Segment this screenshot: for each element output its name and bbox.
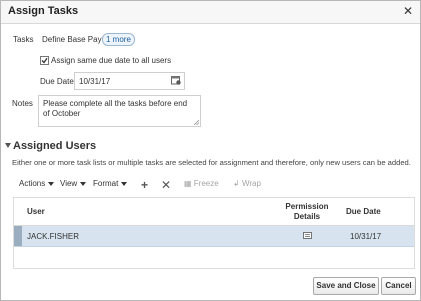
close-icon[interactable]: ✕: [403, 4, 413, 18]
chevron-down-icon: [80, 181, 87, 186]
notes-value: Please complete all the tasks before end…: [43, 99, 188, 118]
freeze-button[interactable]: ▦ Freeze: [184, 179, 219, 188]
dialog-title: Assign Tasks: [8, 5, 79, 17]
resize-handle-icon[interactable]: [194, 120, 199, 125]
assign-same-due-date-label: Assign same due date to all users: [51, 56, 172, 65]
add-icon[interactable]: +: [141, 178, 148, 192]
row-selection-indicator: [14, 226, 22, 246]
notes-textarea[interactable]: Please complete all the tasks before end…: [38, 95, 201, 127]
chevron-down-icon: [48, 181, 55, 186]
due-date-label: Due Date: [40, 77, 74, 86]
calendar-icon[interactable]: [171, 75, 181, 85]
wrap-button[interactable]: ↲ Wrap: [233, 179, 261, 188]
permission-details-icon[interactable]: [303, 232, 312, 239]
dialog-titlebar: Assign Tasks ✕: [1, 1, 420, 24]
due-date-value: 10/31/17: [79, 77, 111, 86]
view-menu[interactable]: View: [60, 179, 87, 188]
wrap-label: Wrap: [241, 179, 261, 188]
checkmark-icon: [41, 57, 48, 64]
view-label: View: [60, 179, 78, 188]
assigned-users-table: User Permission Details Due Date JACK.FI…: [13, 197, 415, 269]
actions-menu[interactable]: Actions: [19, 179, 55, 188]
freeze-label: Freeze: [193, 179, 219, 188]
assigned-users-info: Either one or more task lists or multipl…: [12, 158, 411, 167]
due-date-input[interactable]: 10/31/17: [74, 72, 185, 90]
format-menu[interactable]: Format: [93, 179, 128, 188]
tasks-label: Tasks: [13, 35, 34, 44]
wrap-icon: ↲: [233, 179, 240, 188]
freeze-icon: ▦: [184, 179, 192, 188]
more-tasks-link[interactable]: 1 more: [102, 33, 135, 46]
table-row[interactable]: JACK.FISHER 10/31/17: [14, 226, 414, 247]
assigned-users-heading: Assigned Users: [13, 140, 97, 152]
format-label: Format: [93, 179, 119, 188]
collapse-triangle-icon[interactable]: [5, 143, 11, 148]
chevron-down-icon: [121, 181, 128, 186]
user-cell: JACK.FISHER: [27, 232, 80, 241]
actions-label: Actions: [19, 179, 46, 188]
due-date-cell: 10/31/17: [350, 232, 382, 241]
save-and-close-button[interactable]: Save and Close: [313, 277, 379, 295]
assign-same-due-date-checkbox[interactable]: [40, 56, 49, 65]
notes-label: Notes: [12, 99, 33, 108]
tasks-value: Define Base Pay: [42, 35, 102, 44]
cancel-button[interactable]: Cancel: [381, 277, 416, 295]
assign-tasks-dialog: Assign Tasks ✕ Tasks Define Base Pay 1 m…: [0, 0, 421, 301]
delete-icon[interactable]: ✕: [161, 178, 171, 192]
